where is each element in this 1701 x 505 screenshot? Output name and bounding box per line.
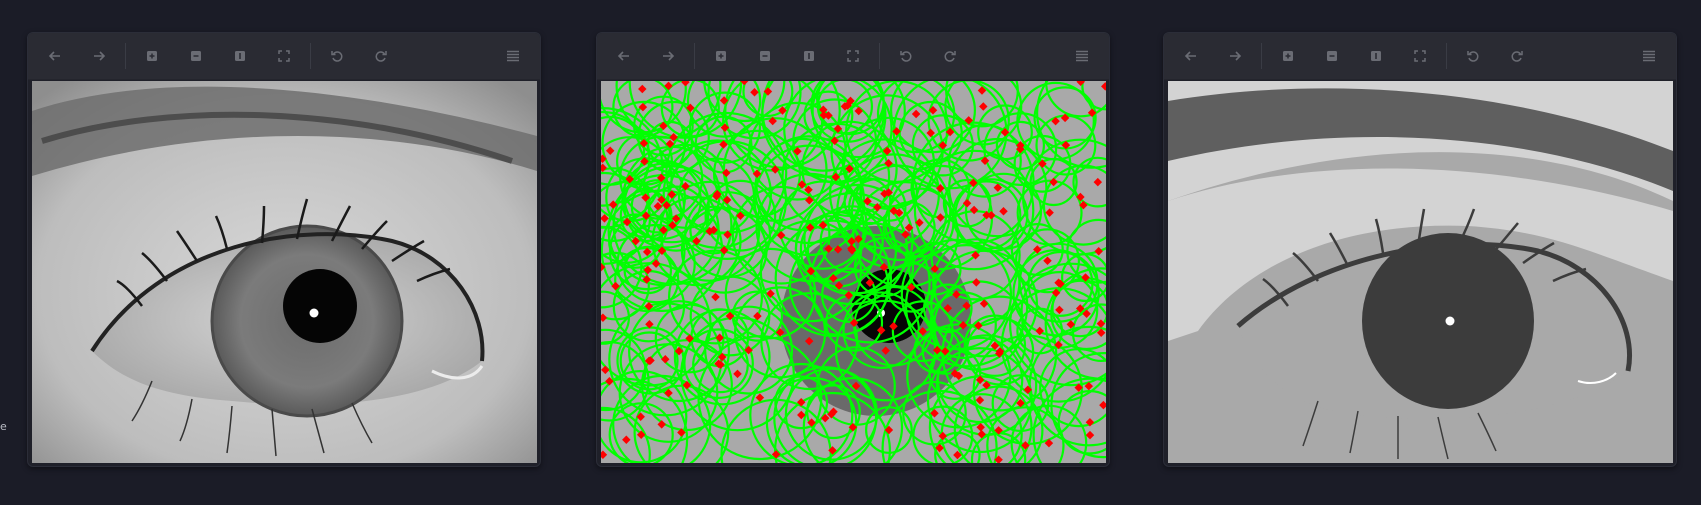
actual-size-button[interactable]: [792, 41, 826, 71]
zoom-in-button[interactable]: [135, 41, 169, 71]
zoom-out-icon: [760, 51, 770, 61]
zoom-in-button[interactable]: [704, 41, 738, 71]
fit-screen-button[interactable]: [836, 41, 870, 71]
toolbar-divider: [879, 43, 880, 69]
image-viewer-panel-segmented: [1163, 32, 1677, 467]
menu-icon: [507, 50, 519, 62]
back-arrow-icon: [1184, 51, 1196, 61]
fit-screen-icon: [847, 50, 859, 62]
rotate-left-button[interactable]: [1456, 41, 1490, 71]
forward-button[interactable]: [1218, 41, 1252, 71]
menu-icon: [1643, 50, 1655, 62]
zoom-out-button[interactable]: [1315, 41, 1349, 71]
rotate-right-button[interactable]: [1500, 41, 1534, 71]
zoom-in-icon: [147, 51, 157, 61]
image-canvas[interactable]: [601, 81, 1106, 463]
toolbar-divider: [1446, 43, 1447, 69]
image-canvas[interactable]: [32, 81, 537, 463]
rotate-right-icon: [1511, 51, 1523, 62]
back-button[interactable]: [1174, 41, 1208, 71]
forward-arrow-icon: [94, 51, 106, 61]
toolbar-divider: [694, 43, 695, 69]
rotate-right-icon: [375, 51, 387, 62]
rotate-left-icon: [331, 51, 343, 62]
zoom-in-icon: [1283, 51, 1293, 61]
actual-size-button[interactable]: [223, 41, 257, 71]
forward-arrow-icon: [663, 51, 675, 61]
back-button[interactable]: [607, 41, 641, 71]
fit-screen-button[interactable]: [267, 41, 301, 71]
menu-button[interactable]: [496, 41, 530, 71]
actual-size-icon: [804, 51, 814, 61]
back-button[interactable]: [38, 41, 72, 71]
grayscale-eye-photo: [32, 81, 537, 463]
posterized-eye-segmentation: [1168, 81, 1673, 463]
zoom-in-icon: [716, 51, 726, 61]
truncated-edge-text: e: [0, 420, 7, 433]
viewer-toolbar: [1164, 33, 1676, 80]
image-canvas[interactable]: [1168, 81, 1673, 463]
back-arrow-icon: [48, 51, 60, 61]
fit-screen-icon: [1414, 50, 1426, 62]
rotate-left-button[interactable]: [320, 41, 354, 71]
rotate-left-button[interactable]: [889, 41, 923, 71]
back-arrow-icon: [617, 51, 629, 61]
image-viewer-panel-detection: [596, 32, 1110, 467]
zoom-in-button[interactable]: [1271, 41, 1305, 71]
toolbar-divider: [125, 43, 126, 69]
zoom-out-icon: [191, 51, 201, 61]
fit-screen-button[interactable]: [1403, 41, 1437, 71]
eye-photo-with-circle-detections: [601, 81, 1106, 463]
rotate-right-button[interactable]: [364, 41, 398, 71]
viewer-toolbar: [28, 33, 540, 80]
menu-icon: [1076, 50, 1088, 62]
forward-button[interactable]: [82, 41, 116, 71]
rotate-left-icon: [900, 51, 912, 62]
forward-arrow-icon: [1230, 51, 1242, 61]
zoom-out-icon: [1327, 51, 1337, 61]
zoom-out-button[interactable]: [179, 41, 213, 71]
image-viewer-panel-original: [27, 32, 541, 467]
toolbar-divider: [310, 43, 311, 69]
viewer-toolbar: [597, 33, 1109, 80]
actual-size-button[interactable]: [1359, 41, 1393, 71]
menu-button[interactable]: [1632, 41, 1666, 71]
toolbar-divider: [1261, 43, 1262, 69]
rotate-right-icon: [944, 51, 956, 62]
fit-screen-icon: [278, 50, 290, 62]
zoom-out-button[interactable]: [748, 41, 782, 71]
forward-button[interactable]: [651, 41, 685, 71]
actual-size-icon: [1371, 51, 1381, 61]
rotate-right-button[interactable]: [933, 41, 967, 71]
actual-size-icon: [235, 51, 245, 61]
menu-button[interactable]: [1065, 41, 1099, 71]
rotate-left-icon: [1467, 51, 1479, 62]
